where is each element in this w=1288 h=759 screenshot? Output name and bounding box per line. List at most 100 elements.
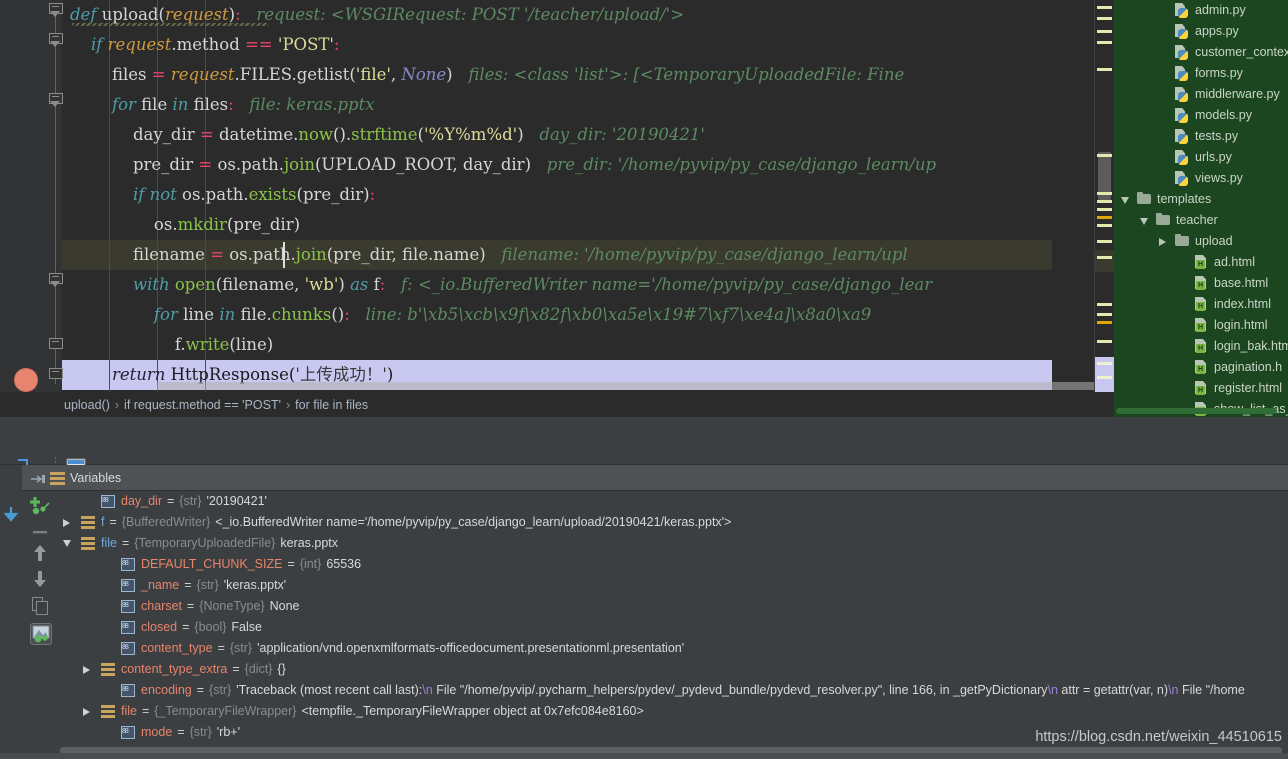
tree-item-teacher[interactable]: teacher bbox=[1114, 210, 1288, 231]
breakpoint-icon[interactable] bbox=[14, 368, 38, 392]
code-line-5: pre_dir = os.path.join(UPLOAD_ROOT, day_… bbox=[132, 155, 937, 174]
tree-item-views-py[interactable]: views.py bbox=[1114, 168, 1288, 189]
tree-item-middlerware-py[interactable]: middlerware.py bbox=[1114, 84, 1288, 105]
tree-item-login-bak-htm[interactable]: login_bak.htm bbox=[1114, 336, 1288, 357]
html-file-icon bbox=[1194, 318, 1209, 333]
field-icon bbox=[121, 600, 135, 613]
variable-type: {str} bbox=[179, 494, 202, 508]
variable-type: {int} bbox=[299, 557, 322, 571]
variables-list[interactable]: day_dir={str}'20190421'f={BufferedWriter… bbox=[57, 491, 1288, 759]
code-line-10: for line in file.chunks(): line: b'\xb5\… bbox=[153, 305, 872, 324]
tree-item-admin-py[interactable]: admin.py bbox=[1114, 0, 1288, 21]
chevron-right-icon[interactable] bbox=[1159, 238, 1166, 246]
tree-item-label: models.py bbox=[1195, 108, 1252, 122]
fold-marker-if[interactable] bbox=[49, 33, 63, 48]
variable-row[interactable]: f = {BufferedWriter} <_io.BufferedWriter na… bbox=[57, 512, 1288, 533]
tree-item-label: base.html bbox=[1214, 276, 1269, 290]
move-up-icon[interactable] bbox=[32, 543, 48, 563]
tree-item-index-html[interactable]: index.html bbox=[1114, 294, 1288, 315]
tree-item-apps-py[interactable]: apps.py bbox=[1114, 21, 1288, 42]
move-down-icon[interactable] bbox=[32, 569, 48, 589]
variable-name: encoding bbox=[141, 683, 192, 697]
tree-item-customer-context[interactable]: customer_context bbox=[1114, 42, 1288, 63]
editor-gutter[interactable] bbox=[0, 0, 63, 392]
fold-marker-end-1[interactable] bbox=[49, 338, 63, 349]
tree-item-label: forms.py bbox=[1195, 66, 1243, 80]
tree-item-tests-py[interactable]: tests.py bbox=[1114, 126, 1288, 147]
variable-equals: = bbox=[182, 620, 190, 634]
copy-value-icon[interactable] bbox=[32, 597, 49, 615]
chevron-down-icon[interactable] bbox=[63, 540, 71, 551]
project-tree-panel[interactable]: admin.py apps.py customer_context forms.py m… bbox=[1114, 0, 1288, 417]
code-line-3: for file in files: file: keras.pptx bbox=[111, 95, 375, 114]
variable-value: <tempfile._TemporaryFileWrapper object a… bbox=[301, 704, 644, 718]
breadcrumb-item-2[interactable]: for file in files bbox=[295, 398, 368, 412]
variable-row[interactable]: closed = {bool} False bbox=[57, 617, 1288, 638]
fold-marker-with[interactable] bbox=[49, 273, 63, 288]
python-file-icon bbox=[1175, 66, 1190, 81]
breadcrumb-item-0[interactable]: upload() bbox=[64, 398, 110, 412]
fold-marker-def[interactable] bbox=[49, 3, 63, 18]
python-file-icon bbox=[1175, 150, 1190, 165]
chevron-right-icon[interactable] bbox=[83, 708, 90, 716]
variable-row[interactable]: content_type = {str} 'application/vnd.openx… bbox=[57, 638, 1288, 659]
variable-value: 'rb+' bbox=[216, 725, 240, 739]
variable-value: <_io.BufferedWriter name='/home/pyvip/py… bbox=[215, 515, 732, 529]
variable-type: {dict} bbox=[244, 662, 273, 676]
variables-pane-header[interactable]: Variables bbox=[22, 465, 1288, 491]
jump-to-source-arrow-icon[interactable] bbox=[2, 505, 20, 525]
tree-item-models-py[interactable]: models.py bbox=[1114, 105, 1288, 126]
code-line-6: if not os.path.exists(pre_dir): bbox=[132, 185, 376, 204]
field-icon bbox=[121, 726, 135, 739]
debug-tab-strip[interactable] bbox=[0, 417, 1288, 435]
tree-item-label: middlerware.py bbox=[1195, 87, 1280, 101]
tree-item-base-html[interactable]: base.html bbox=[1114, 273, 1288, 294]
tree-item-forms-py[interactable]: forms.py bbox=[1114, 63, 1288, 84]
chevron-right-icon[interactable] bbox=[63, 519, 70, 527]
project-tree-hscrollbar[interactable] bbox=[1116, 408, 1276, 414]
variables-side-toolbar[interactable] bbox=[22, 491, 57, 759]
variable-value: '20190421' bbox=[206, 494, 267, 508]
tree-item-pagination-h[interactable]: pagination.h bbox=[1114, 357, 1288, 378]
chevron-right-icon[interactable] bbox=[83, 666, 90, 674]
tree-item-login-html[interactable]: login.html bbox=[1114, 315, 1288, 336]
frames-column[interactable] bbox=[0, 465, 22, 759]
tree-item-upload[interactable]: upload bbox=[1114, 231, 1288, 252]
variable-value: keras.pptx bbox=[280, 536, 338, 550]
editor-marker-bar[interactable] bbox=[1094, 0, 1114, 392]
variable-row[interactable]: day_dir = {str} '20190421' bbox=[57, 491, 1288, 512]
tree-item-label: register.html bbox=[1214, 381, 1283, 395]
code-text[interactable]: def upload(request): request: <WSGIReque… bbox=[62, 0, 1114, 392]
tree-item-label: customer_context bbox=[1195, 45, 1288, 59]
tree-item-templates[interactable]: templates bbox=[1114, 189, 1288, 210]
selection-underline bbox=[157, 382, 1114, 390]
variable-row[interactable]: file = {TemporaryUploadedFile} keras.pptx bbox=[57, 533, 1288, 554]
chevron-down-icon[interactable] bbox=[1140, 218, 1148, 229]
variable-row[interactable]: content_type_extra = {dict} {} bbox=[57, 659, 1288, 680]
tree-item-label: pagination.h bbox=[1214, 360, 1283, 374]
tree-item-urls-py[interactable]: urls.py bbox=[1114, 147, 1288, 168]
inspect-object-icon[interactable] bbox=[30, 623, 52, 645]
breadcrumb[interactable]: upload() › if request.method == 'POST' › for… bbox=[0, 392, 1114, 417]
variable-name: charset bbox=[141, 599, 182, 613]
debug-toolbar[interactable] bbox=[0, 435, 1288, 478]
tree-item-ad-html[interactable]: ad.html bbox=[1114, 252, 1288, 273]
new-watch-icon[interactable] bbox=[29, 496, 51, 516]
chevron-down-icon[interactable] bbox=[1121, 197, 1129, 208]
code-editor[interactable]: def upload(request): request: <WSGIReque… bbox=[0, 0, 1114, 392]
variable-row[interactable]: file = {_TemporaryFileWrapper} <tempfile._T… bbox=[57, 701, 1288, 722]
variable-row[interactable]: encoding = {str} 'Traceback (most recent ca… bbox=[57, 680, 1288, 701]
variable-row[interactable]: charset = {NoneType} None bbox=[57, 596, 1288, 617]
field-icon bbox=[121, 684, 135, 697]
variable-row[interactable]: _name = {str} 'keras.pptx' bbox=[57, 575, 1288, 596]
tree-item-register-html[interactable]: register.html bbox=[1114, 378, 1288, 399]
remove-watch-icon[interactable] bbox=[32, 525, 48, 537]
python-file-icon bbox=[1175, 171, 1190, 186]
debug-tool-window[interactable]: Variables 88 day_dir = {str} '20190421' … bbox=[0, 417, 1288, 759]
code-line-9: with open(filename, 'wb') as f: f: <_io.… bbox=[132, 275, 933, 294]
fold-marker-end-2[interactable] bbox=[49, 368, 63, 379]
fold-marker-for[interactable] bbox=[49, 93, 63, 108]
variable-row[interactable]: DEFAULT_CHUNK_SIZE = {int} 65536 bbox=[57, 554, 1288, 575]
restore-layout-icon[interactable] bbox=[30, 472, 46, 484]
breadcrumb-item-1[interactable]: if request.method == 'POST' bbox=[124, 398, 281, 412]
